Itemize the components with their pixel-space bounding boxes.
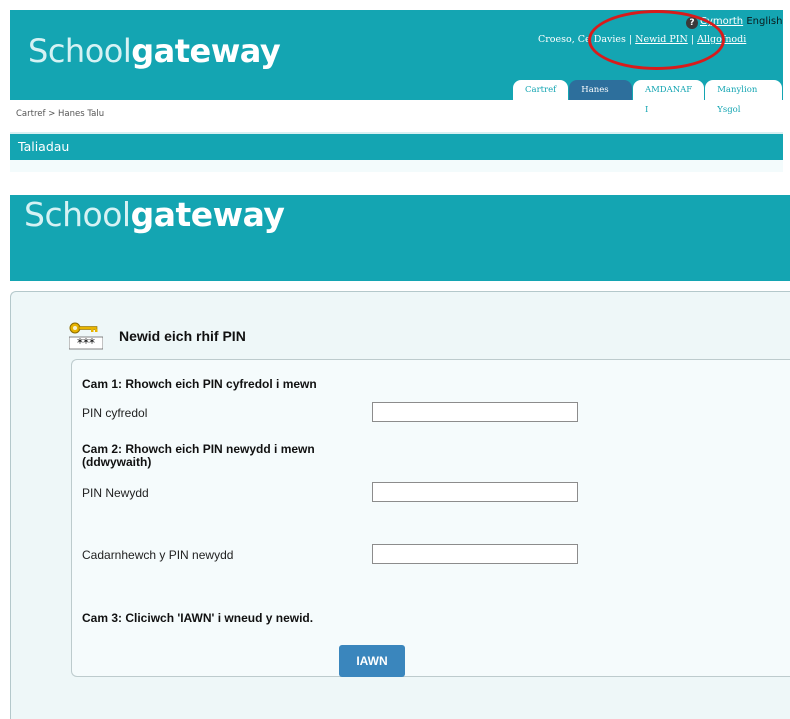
bottom-header: Schoolgateway <box>10 195 790 281</box>
content-strip <box>10 160 783 172</box>
step-3-heading: Cam 3: Cliciwch 'IAWN' i wneud y newid. <box>82 611 314 625</box>
page-title: Newid eich rhif PIN <box>119 328 246 344</box>
bottom-screenshot: Schoolgateway *** Newid eich rhif PIN Ca… <box>10 195 790 719</box>
key-icon: *** <box>68 322 104 350</box>
english-link[interactable]: English <box>746 16 782 27</box>
section-title: Taliadau <box>18 139 70 154</box>
current-pin-label: PIN cyfredol <box>82 406 148 420</box>
breadcrumb: Cartref > Hanes Talu <box>16 109 105 119</box>
welcome-text: Croeso, Ce <box>538 34 591 45</box>
new-pin-label: PIN Newydd <box>82 486 149 500</box>
confirm-pin-label: Cadarnhewch y PIN newydd <box>82 548 234 562</box>
change-pin-panel: *** Newid eich rhif PIN Cam 1: Rhowch ei… <box>10 291 790 719</box>
ok-button[interactable]: IAWN <box>339 645 405 677</box>
current-pin-input[interactable] <box>372 402 578 422</box>
masked-pin-glyph: *** <box>77 336 95 350</box>
step-2-heading: Cam 2: Rhowch eich PIN newydd i mewn (dd… <box>82 442 315 469</box>
change-pin-form: Cam 1: Rhowch eich PIN cyfredol i mewn P… <box>71 359 790 677</box>
new-pin-input[interactable] <box>372 482 578 502</box>
tab-amdanaf-i[interactable]: AMDANAF I <box>632 80 705 115</box>
schoolgateway-logo[interactable]: Schoolgateway <box>28 32 281 70</box>
top-screenshot: Schoolgateway ? Cymorth English Croeso, … <box>10 10 783 172</box>
schoolgateway-logo[interactable]: Schoolgateway <box>24 195 285 234</box>
tab-manylion-ysgol[interactable]: Manylion Ysgol <box>705 80 782 115</box>
section-header-bar: Taliadau <box>10 132 783 160</box>
confirm-pin-input[interactable] <box>372 544 578 564</box>
main-tabs: Cartref Hanes Talu AMDANAF I Manylion Ys… <box>513 80 783 115</box>
step-1-heading: Cam 1: Rhowch eich PIN cyfredol i mewn <box>82 377 317 391</box>
annotation-red-circle <box>588 10 725 70</box>
tab-cartref[interactable]: Cartref <box>513 80 569 100</box>
tab-hanes-talu[interactable]: Hanes Talu <box>569 80 632 115</box>
